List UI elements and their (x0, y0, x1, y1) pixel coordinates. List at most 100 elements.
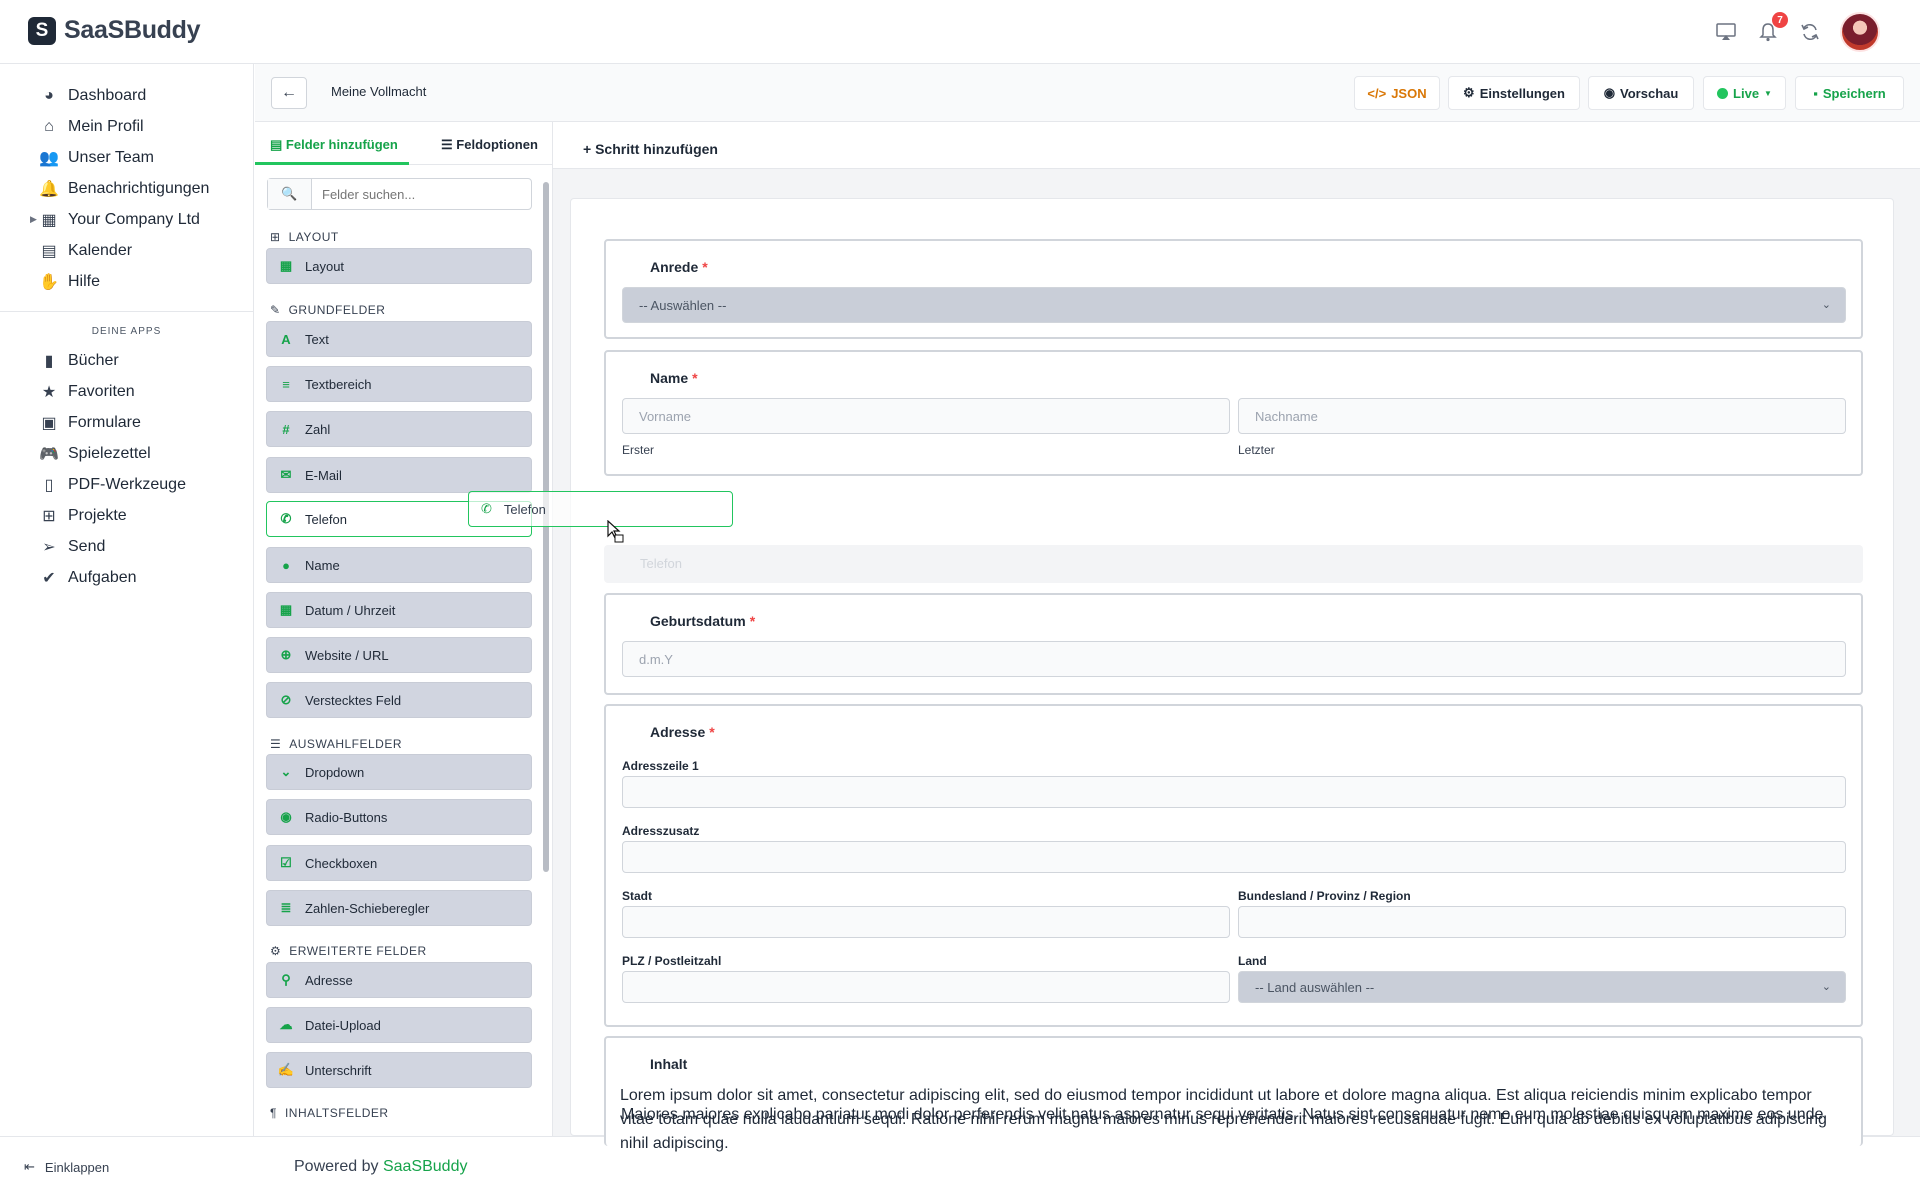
sidebar-item-books[interactable]: ▮ Bücher (0, 345, 253, 376)
pencil-icon: ✎ (270, 303, 281, 317)
field-item-label: Adresse (305, 972, 353, 988)
json-button[interactable]: </> JSON (1354, 76, 1440, 110)
field-item-textarea[interactable]: ≡ Textbereich (266, 366, 532, 402)
calendar-icon: ▤ (41, 242, 57, 260)
back-button[interactable]: ← (271, 77, 307, 109)
tab-add-fields[interactable]: ▤ Felder hinzufügen (270, 137, 398, 153)
app-logo[interactable]: S SaaSBuddy (28, 16, 201, 45)
first-name-input[interactable]: Vorname (622, 398, 1230, 434)
field-item-checkbox[interactable]: ☑ Checkboxen (266, 845, 532, 881)
sidebar-item-label: Unser Team (68, 148, 154, 166)
live-status-dropdown[interactable]: Live ▼ (1703, 76, 1786, 110)
field-item-label: Textbereich (305, 376, 372, 392)
globe-icon: ⊕ (280, 647, 292, 662)
add-step-button[interactable]: + Schritt hinzufügen (583, 141, 718, 157)
field-item-label: Layout (305, 258, 345, 274)
gamepad-icon: 🎮 (39, 445, 59, 463)
table-icon: ▤ (270, 137, 286, 152)
sidebar-item-tasks[interactable]: ✔ Aufgaben (0, 562, 253, 593)
preview-button[interactable]: ◉ Vorschau (1588, 76, 1694, 110)
collapse-icon: ⇤ (24, 1159, 35, 1174)
sidebar-item-forms[interactable]: ▣ Formulare (0, 407, 253, 438)
form-field-anrede[interactable]: Anrede * -- Auswählen -- ⌄ (604, 239, 1863, 339)
sidebar-item-notifications[interactable]: 🔔 Benachrichtigungen (0, 173, 253, 204)
field-item-text[interactable]: A Text (266, 321, 532, 357)
field-item-radio[interactable]: ◉ Radio-Buttons (266, 799, 532, 835)
sidebar-item-profile[interactable]: ⌂ Mein Profil (0, 111, 253, 142)
drop-placeholder-label: Telefon (640, 556, 682, 571)
bell-icon[interactable]: 7 (1756, 12, 1788, 44)
sidebar-item-label: Benachrichtigungen (68, 179, 210, 197)
field-item-name[interactable]: ● Name (266, 547, 532, 583)
star-icon: ★ (41, 383, 57, 401)
panel-scrollbar[interactable] (543, 182, 549, 872)
sidebar-item-label: Kalender (68, 241, 133, 259)
section-title: ERWEITERTE FELDER (289, 944, 427, 958)
refresh-icon[interactable] (1798, 20, 1822, 44)
field-item-datetime[interactable]: ▦ Datum / Uhrzeit (266, 592, 532, 628)
file-pdf-icon: ▯ (44, 476, 54, 494)
json-button-label: JSON (1391, 85, 1427, 101)
step-bar: + Schritt hinzufügen (553, 122, 1920, 169)
sidebar-item-calendar[interactable]: ▤ Kalender (0, 235, 253, 266)
field-item-slider[interactable]: ≣ Zahlen-Schieberegler (266, 890, 532, 926)
live-status-dot (1717, 87, 1729, 99)
paper-plane-icon: ➢ (42, 538, 56, 556)
caret-right-icon[interactable]: ▶ (30, 214, 37, 225)
country-select[interactable]: -- Land auswählen -- ⌄ (1238, 971, 1846, 1003)
map-marker-icon: ⚲ (281, 972, 291, 987)
settings-button[interactable]: ⚙ Einstellungen (1448, 76, 1580, 110)
field-item-label: Zahlen-Schieberegler (305, 900, 430, 916)
field-item-url[interactable]: ⊕ Website / URL (266, 637, 532, 673)
sidebar-item-company[interactable]: ▶ ▦ Your Company Ltd (0, 204, 253, 235)
chevron-down-icon: ⌄ (1821, 299, 1831, 311)
address-line1-input[interactable] (622, 776, 1846, 808)
form-field-name[interactable]: Name * Vorname Nachname Erster Letzter (604, 350, 1863, 476)
form-field-address[interactable]: Adresse * Adresszeile 1 Adresszusatz Stad… (604, 704, 1863, 1027)
input-placeholder: d.m.Y (639, 651, 673, 667)
birthdate-input[interactable]: d.m.Y (622, 641, 1846, 677)
sidebar-item-games[interactable]: 🎮 Spielezettel (0, 438, 253, 469)
address-line2-input[interactable] (622, 841, 1846, 873)
cast-icon[interactable] (1714, 20, 1738, 44)
sidebar-item-pdf-tools[interactable]: ▯ PDF-Werkzeuge (0, 469, 253, 500)
signature-icon: ✍ (277, 1062, 295, 1077)
align-left-icon: ≡ (282, 376, 290, 392)
sidebar-item-label: Spielezettel (68, 444, 151, 462)
field-label: Anrede * (650, 259, 708, 275)
phone-icon: ✆ (280, 511, 292, 526)
field-item-email[interactable]: ✉ E-Mail (266, 457, 532, 493)
user-avatar[interactable] (1840, 12, 1880, 52)
zip-input[interactable] (622, 971, 1230, 1003)
field-label: Inhalt (650, 1056, 687, 1072)
panel-tabs: ▤ Felder hinzufügen ☰ Feldoptionen (255, 122, 553, 165)
form-field-birthdate[interactable]: Geburtsdatum * d.m.Y (604, 593, 1863, 695)
sidebar-item-send[interactable]: ➢ Send (0, 531, 253, 562)
sidebar-item-help[interactable]: ✋ Hilfe (0, 266, 253, 297)
state-input[interactable] (1238, 906, 1846, 938)
powered-brand-link[interactable]: SaaSBuddy (383, 1158, 468, 1175)
field-item-signature[interactable]: ✍ Unterschrift (266, 1052, 532, 1088)
field-item-hidden[interactable]: ⊘ Verstecktes Feld (266, 682, 532, 718)
field-item-upload[interactable]: ☁ Datei-Upload (266, 1007, 532, 1043)
sidebar-item-favorites[interactable]: ★ Favoriten (0, 376, 253, 407)
field-item-layout[interactable]: ▦ Layout (266, 248, 532, 284)
sidebar-item-team[interactable]: 👥 Unser Team (0, 142, 253, 173)
city-input[interactable] (622, 906, 1230, 938)
save-button[interactable]: ▪ Speichern (1795, 76, 1904, 110)
field-item-number[interactable]: # Zahl (266, 411, 532, 447)
tab-field-options[interactable]: ☰ Feldoptionen (441, 137, 538, 153)
field-item-dropdown[interactable]: ⌄ Dropdown (266, 754, 532, 790)
tab-label: Felder hinzufügen (285, 137, 398, 152)
eye-icon: ◉ (1603, 85, 1616, 100)
collapse-sidebar-button[interactable]: ⇤ Einklappen (24, 1159, 109, 1175)
field-item-address[interactable]: ⚲ Adresse (266, 962, 532, 998)
sidebar-item-projects[interactable]: ⊞ Projekte (0, 500, 253, 531)
field-search-input[interactable] (322, 187, 522, 202)
sidebar-item-dashboard[interactable]: ◕ Dashboard (0, 80, 253, 111)
mouse-cursor-icon (607, 520, 624, 543)
phone-icon: ✆ (481, 501, 492, 516)
anrede-select[interactable]: -- Auswählen -- ⌄ (622, 287, 1846, 323)
eye-slash-icon: ⊘ (280, 692, 292, 707)
last-name-input[interactable]: Nachname (1238, 398, 1846, 434)
